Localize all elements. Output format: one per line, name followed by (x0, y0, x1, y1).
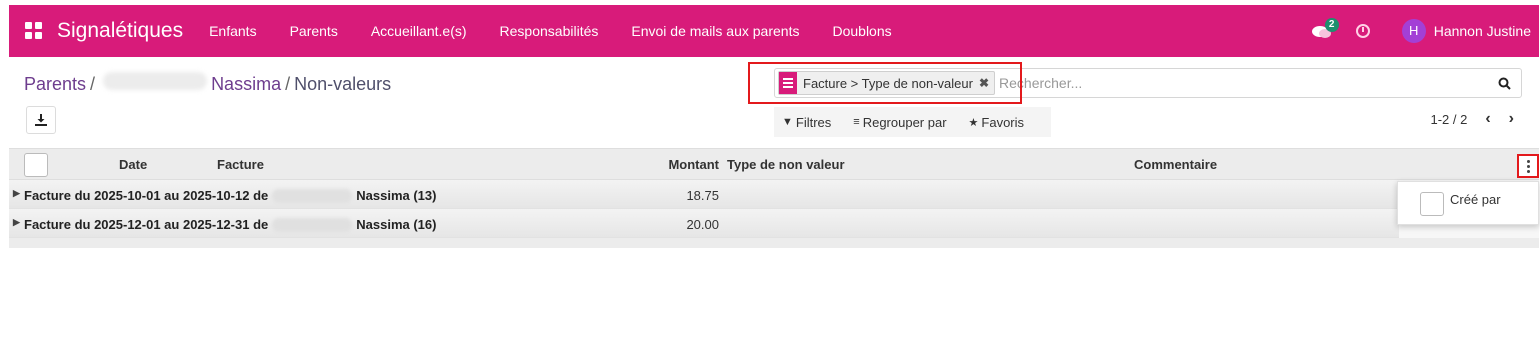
activity-clock-icon[interactable] (1355, 24, 1370, 38)
highlight-annotation-box (748, 62, 1022, 104)
group-label-prefix: Facture du 2025-12-01 au 2025-12-31 de (24, 217, 269, 232)
breadcrumb-separator: / (285, 74, 291, 94)
menu-item-enfants[interactable]: Enfants (209, 23, 256, 39)
export-download-button[interactable] (26, 106, 56, 134)
messages-count-badge: 2 (1324, 18, 1339, 32)
optional-columns-toggle[interactable] (1517, 154, 1539, 178)
filters-label: Filtres (795, 114, 832, 130)
select-all-checkbox[interactable] (24, 153, 48, 177)
list-table: Date Facture Montant Type de non valeur … (9, 148, 1539, 248)
filter-toolbar: ▼ Filtres ≡ Regrouper par ★ Favoris (774, 107, 1051, 137)
download-icon (35, 114, 47, 126)
group-label-suffix: Nassima (13) (356, 188, 437, 203)
menu-item-doublons[interactable]: Doublons (832, 23, 891, 39)
group-by-button[interactable]: ≡ Regrouper par (853, 115, 946, 130)
favorites-button[interactable]: ★ Favoris (969, 115, 1025, 130)
breadcrumb-current: Non-valeurs (294, 74, 392, 94)
top-navbar: Signalétiques Enfants Parents Accueillan… (9, 5, 1539, 57)
table-footer (9, 238, 1539, 248)
group-label: Facture du 2025-12-01 au 2025-12-31 de N… (24, 217, 436, 232)
group-label-prefix: Facture du 2025-10-01 au 2025-10-12 de (24, 188, 269, 203)
redacted-name (103, 72, 208, 90)
pager-next-button[interactable]: › (1509, 110, 1514, 128)
search-icon[interactable] (1493, 72, 1515, 94)
star-icon: ★ (968, 116, 979, 129)
caret-right-icon: ▶ (13, 217, 20, 227)
page: Signalétiques Enfants Parents Accueillan… (0, 0, 1540, 360)
column-header-type-non-valeur[interactable]: Type de non valeur (727, 157, 845, 172)
favorites-label: Favoris (981, 114, 1025, 130)
optional-column-checkbox[interactable] (1420, 192, 1444, 216)
group-label: Facture du 2025-10-01 au 2025-10-12 de N… (24, 188, 436, 203)
app-title[interactable]: Signalétiques (57, 19, 183, 43)
group-by-label: Regrouper par (862, 114, 947, 130)
filters-button[interactable]: ▼ Filtres (782, 115, 831, 130)
group-label-suffix: Nassima (16) (356, 217, 437, 232)
apps-grid-icon[interactable] (25, 22, 43, 40)
user-avatar[interactable]: H (1401, 19, 1426, 43)
menu-item-responsabilites[interactable]: Responsabilités (500, 23, 599, 39)
optional-columns-dropdown: Créé par (1397, 181, 1539, 225)
pager-previous-button[interactable]: ‹ (1485, 110, 1490, 128)
caret-right-icon: ▶ (13, 188, 20, 198)
list-icon: ≡ (853, 116, 860, 128)
breadcrumb-record-link[interactable]: Nassima (211, 74, 281, 95)
group-amount: 18.75 (686, 188, 719, 203)
table-header: Date Facture Montant Type de non valeur … (9, 148, 1539, 180)
column-header-commentaire[interactable]: Commentaire (1134, 157, 1217, 172)
group-amount: 20.00 (686, 217, 719, 232)
filter-icon: ▼ (782, 116, 793, 128)
navbar-right: 2 H Hannon Justine (1311, 5, 1539, 57)
pager: 1-2 / 2 ‹ › (1430, 110, 1514, 128)
messages-icon[interactable]: 2 (1311, 18, 1339, 41)
user-name[interactable]: Hannon Justine (1434, 23, 1531, 39)
pager-value[interactable]: 1-2 / 2 (1430, 112, 1467, 127)
breadcrumb: Parents / Nassima / Non-valeurs (24, 72, 391, 95)
column-header-date[interactable]: Date (119, 157, 147, 172)
column-header-montant[interactable]: Montant (649, 157, 719, 172)
redacted-name (272, 188, 353, 203)
menu-item-accueillants[interactable]: Accueillant.e(s) (371, 23, 467, 39)
redacted-name (272, 217, 353, 232)
menu-item-envoi-mails[interactable]: Envoi de mails aux parents (631, 23, 799, 39)
search-input[interactable] (999, 75, 1493, 91)
group-row[interactable]: ▶ Facture du 2025-12-01 au 2025-12-31 de… (9, 209, 1539, 238)
column-header-facture[interactable]: Facture (217, 157, 264, 172)
optional-column-label[interactable]: Créé par (1450, 192, 1501, 207)
group-row[interactable]: ▶ Facture du 2025-10-01 au 2025-10-12 de… (9, 180, 1539, 209)
menu-item-parents[interactable]: Parents (290, 23, 338, 39)
breadcrumb-separator: / (90, 74, 96, 94)
breadcrumb-parents-link[interactable]: Parents (24, 74, 86, 95)
